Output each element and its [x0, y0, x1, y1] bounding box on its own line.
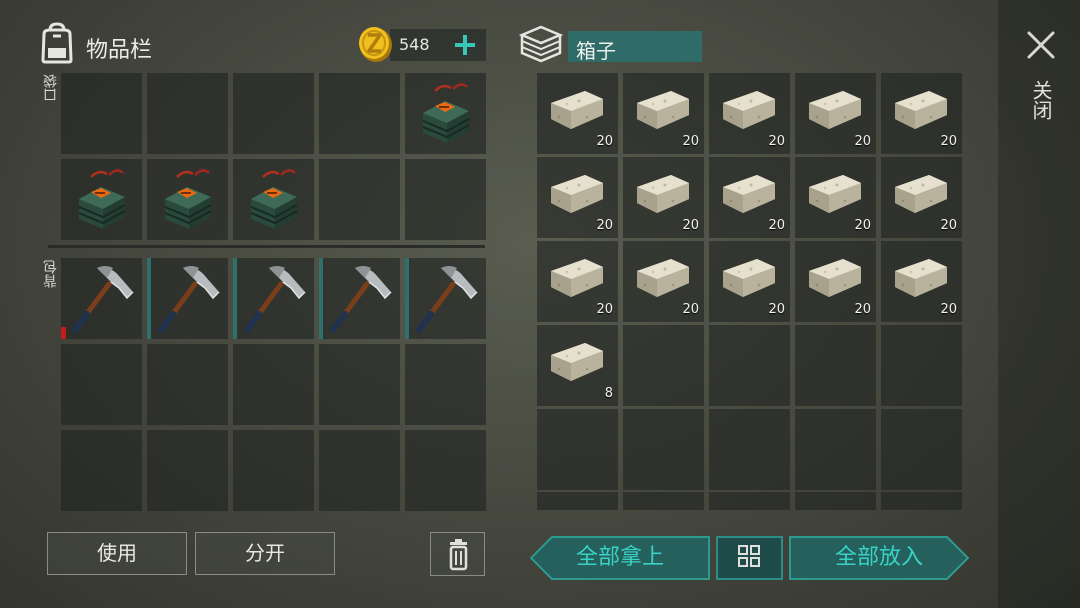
backpack-slot[interactable] [405, 430, 486, 511]
sort-grid-icon [738, 545, 760, 567]
backpack-label: 背包 [43, 260, 59, 288]
put-all-label: 全部放入 [834, 545, 923, 570]
pocket-slot[interactable] [319, 73, 400, 154]
box-slot[interactable]: 20 [537, 73, 618, 154]
box-slot[interactable]: 20 [709, 157, 790, 238]
box-icon [518, 25, 564, 63]
close-label[interactable]: 关闭 [1029, 80, 1053, 120]
pocket-slot[interactable] [61, 73, 142, 154]
backpack-slot[interactable] [405, 344, 486, 425]
item-quantity: 20 [596, 218, 613, 233]
pocket-slot[interactable] [233, 73, 314, 154]
pocket-slot[interactable] [233, 159, 314, 240]
backpack-slot[interactable] [405, 258, 486, 339]
box-slot[interactable]: 20 [709, 73, 790, 154]
coin-balance: 548 [399, 35, 430, 54]
coin-icon [359, 27, 392, 62]
backpack-slot[interactable] [319, 258, 400, 339]
backpack-slot[interactable] [319, 430, 400, 511]
box-slot[interactable]: 20 [709, 241, 790, 322]
sort-button[interactable] [716, 536, 783, 580]
take-all-label: 全部拿上 [575, 545, 664, 570]
box-slot[interactable]: 20 [623, 241, 704, 322]
backpack-slot[interactable] [147, 344, 228, 425]
box-slot[interactable] [709, 325, 790, 406]
item-quantity: 20 [768, 302, 785, 317]
box-slot[interactable]: 20 [795, 241, 876, 322]
box-slot[interactable] [881, 325, 962, 406]
backpack-slot[interactable] [61, 344, 142, 425]
box-slot[interactable] [709, 409, 790, 490]
item-quantity: 20 [682, 218, 699, 233]
pocket-slot[interactable] [61, 159, 142, 240]
backpack-slot[interactable] [233, 258, 314, 339]
item-quantity: 20 [940, 218, 957, 233]
backpack-slot[interactable] [147, 258, 228, 339]
item-quantity: 20 [854, 302, 871, 317]
item-quantity: 8 [604, 386, 613, 401]
item-quantity: 20 [854, 134, 871, 149]
item-quantity: 20 [768, 218, 785, 233]
box-slot[interactable] [537, 409, 618, 490]
pickaxe-icon [416, 266, 478, 333]
trash-button[interactable] [430, 532, 485, 576]
item-quantity: 20 [682, 134, 699, 149]
box-slot[interactable]: 20 [537, 241, 618, 322]
item-quantity: 20 [596, 302, 613, 317]
box-slot[interactable]: 20 [795, 157, 876, 238]
box-slot[interactable]: 20 [623, 73, 704, 154]
pocket-slot[interactable] [147, 159, 228, 240]
box-title: 箱子 [576, 39, 616, 63]
backpack-slot[interactable] [233, 344, 314, 425]
item-quantity: 20 [940, 302, 957, 317]
pickaxe-icon [244, 266, 306, 333]
box-slot[interactable]: 20 [795, 73, 876, 154]
backpack-slot[interactable] [233, 430, 314, 511]
pocket-slot[interactable] [405, 159, 486, 240]
box-slot[interactable]: 20 [881, 241, 962, 322]
put-all-button[interactable]: 全部放入 [789, 536, 969, 580]
durability-bar [61, 327, 66, 339]
pocket-slot[interactable] [405, 73, 486, 154]
pocket-label: 口袋 [43, 74, 59, 102]
explosive-bundle-icon [422, 83, 470, 143]
box-slot[interactable] [623, 325, 704, 406]
pickaxe-icon [72, 266, 134, 333]
pickaxe-icon [158, 266, 220, 333]
take-all-button[interactable]: 全部拿上 [530, 536, 710, 580]
backpack-icon [41, 22, 73, 64]
box-slot[interactable] [881, 409, 962, 490]
backpack-slot[interactable] [61, 430, 142, 511]
box-grid-overflow [537, 492, 963, 510]
box-slot[interactable] [623, 409, 704, 490]
explosive-bundle-icon [164, 169, 212, 229]
explosive-bundle-icon [78, 169, 126, 229]
box-slot[interactable]: 20 [881, 157, 962, 238]
use-button[interactable]: 使用 [47, 532, 187, 575]
split-button[interactable]: 分开 [195, 532, 335, 575]
backpack-slot[interactable] [147, 430, 228, 511]
add-coins-button[interactable] [450, 30, 480, 60]
box-slot[interactable]: 20 [537, 157, 618, 238]
item-quantity: 20 [596, 134, 613, 149]
pickaxe-icon [330, 266, 392, 333]
box-slot[interactable]: 20 [623, 157, 704, 238]
box-slot[interactable] [795, 325, 876, 406]
item-quantity: 20 [768, 134, 785, 149]
item-quantity: 20 [682, 302, 699, 317]
box-slot[interactable]: 8 [537, 325, 618, 406]
backpack-slot[interactable] [61, 258, 142, 339]
trash-icon [449, 539, 468, 571]
item-quantity: 20 [854, 218, 871, 233]
inventory-title: 物品栏 [86, 38, 153, 63]
explosive-bundle-icon [250, 169, 298, 229]
section-divider [48, 245, 485, 248]
backpack-slot[interactable] [319, 344, 400, 425]
pocket-slot[interactable] [147, 73, 228, 154]
item-quantity: 20 [940, 134, 957, 149]
box-slot[interactable] [795, 409, 876, 490]
close-icon[interactable] [1026, 30, 1056, 60]
box-slot[interactable]: 20 [881, 73, 962, 154]
pocket-slot[interactable] [319, 159, 400, 240]
